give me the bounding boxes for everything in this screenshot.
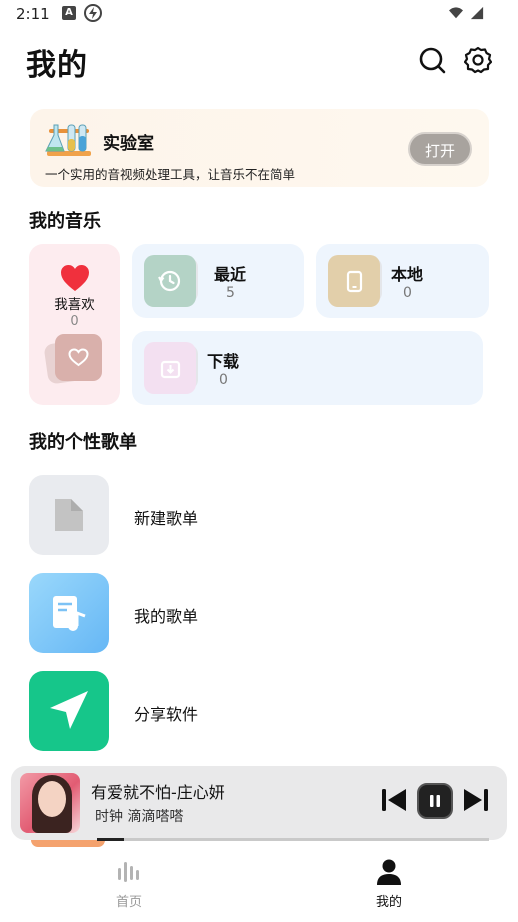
playlists-title: 我的个性歌单 (29, 432, 137, 453)
playback-progress-track[interactable] (97, 838, 489, 841)
share-app-icon-box (29, 671, 109, 751)
song-title: 有爱就不怕-庄心妍 (91, 783, 225, 802)
favorites-count: 0 (70, 314, 79, 329)
download-icon-box (144, 342, 196, 394)
my-playlists-label: 我的歌单 (134, 607, 199, 626)
next-track-icon[interactable] (461, 785, 491, 815)
recent-card[interactable]: 最近 5 (132, 244, 304, 318)
download-count: 0 (219, 372, 228, 388)
download-card[interactable]: 下载 0 (132, 331, 483, 405)
clock-history-icon (158, 270, 181, 292)
local-card[interactable]: 本地 0 (316, 244, 489, 318)
local-label: 本地 (391, 265, 424, 284)
favorites-card[interactable]: 我喜欢 0 (29, 244, 120, 405)
search-icon[interactable] (418, 46, 446, 74)
nav-home[interactable]: 首页 (89, 855, 169, 911)
wifi-icon (449, 7, 463, 19)
playback-progress-fill (97, 838, 124, 841)
lab-flask-icon (45, 124, 91, 156)
signal-icon (470, 6, 484, 20)
local-count: 0 (403, 285, 412, 301)
lab-open-button[interactable]: 打开 (408, 132, 472, 166)
share-app-label: 分享软件 (134, 705, 199, 724)
recent-count: 5 (226, 285, 235, 301)
phone-icon (346, 270, 363, 293)
new-playlist-icon-box (29, 475, 109, 555)
send-arrow-icon (50, 691, 88, 729)
status-bar: 2:11 A (0, 0, 518, 28)
recent-label: 最近 (214, 265, 247, 284)
my-playlists-row[interactable]: 我的歌单 (29, 573, 489, 653)
nav-mine-label: 我的 (375, 895, 402, 910)
new-playlist-row[interactable]: 新建歌单 (29, 475, 489, 555)
settings-gear-icon[interactable] (464, 46, 492, 74)
heart-outline-icon (68, 348, 89, 367)
local-icon-box (328, 255, 380, 307)
equalizer-icon (118, 862, 139, 882)
share-app-row[interactable]: 分享软件 (29, 671, 489, 751)
mini-player[interactable]: 有爱就不怕-庄心妍 时钟 滴滴嗒嗒 (11, 766, 507, 840)
favorites-cover (55, 334, 102, 381)
charging-bolt-icon (84, 4, 102, 22)
recent-icon-box (144, 255, 196, 307)
user-icon (377, 859, 401, 885)
page-title: 我的 (26, 48, 88, 83)
status-time: 2:11 (16, 5, 50, 23)
download-box-icon (160, 360, 181, 379)
lab-description: 一个实用的音视频处理工具，让音乐不在简单 (45, 167, 296, 182)
document-icon (55, 499, 83, 531)
new-playlist-label: 新建歌单 (134, 509, 199, 528)
lab-card[interactable]: 实验室 一个实用的音视频处理工具，让音乐不在简单 打开 (30, 109, 489, 187)
nav-home-label: 首页 (115, 895, 142, 910)
music-note-document-icon (53, 596, 86, 631)
lab-title: 实验室 (103, 134, 154, 154)
nav-mine[interactable]: 我的 (349, 855, 429, 911)
heart-icon (61, 265, 89, 291)
download-label: 下载 (207, 352, 240, 371)
my-playlists-icon-box (29, 573, 109, 653)
album-cover[interactable] (20, 773, 80, 833)
cover-face (38, 781, 66, 817)
hidden-list-item-peek (31, 840, 105, 847)
pause-icon (430, 795, 440, 807)
my-music-title: 我的音乐 (29, 211, 101, 232)
pause-button[interactable] (417, 783, 453, 819)
notification-a-icon: A (62, 6, 76, 20)
song-artist: 时钟 滴滴嗒嗒 (95, 809, 184, 825)
previous-track-icon[interactable] (379, 785, 409, 815)
favorites-label: 我喜欢 (54, 297, 95, 313)
